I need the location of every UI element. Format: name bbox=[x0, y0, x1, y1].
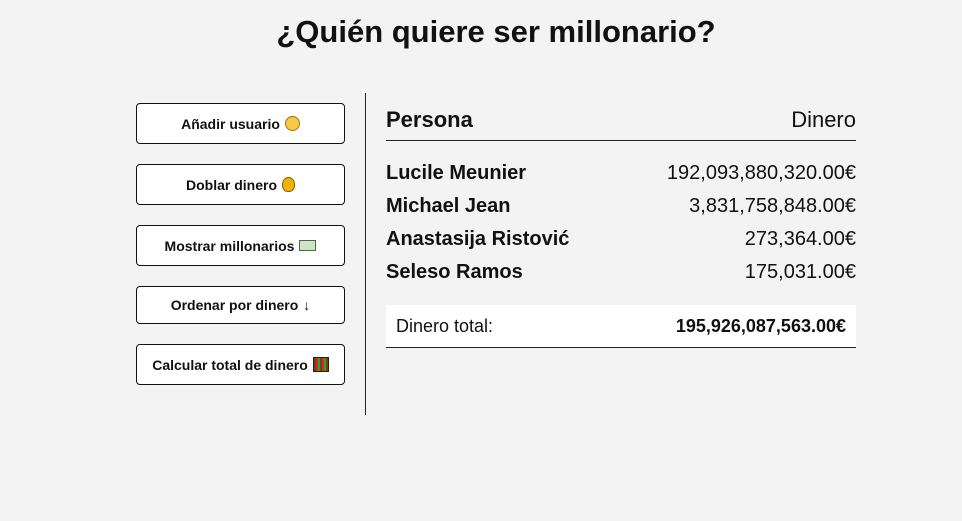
abacus-icon bbox=[312, 357, 329, 372]
banknote-icon bbox=[299, 240, 317, 251]
person-money: 273,364.00€ bbox=[744, 228, 856, 250]
header-person: Persona bbox=[386, 107, 473, 132]
money-table: Persona Dinero Lucile Meunier 192,093,88… bbox=[386, 100, 856, 348]
show-millionaires-button[interactable]: Mostrar millonarios bbox=[136, 225, 345, 266]
add-user-button[interactable]: Añadir usuario bbox=[136, 103, 345, 144]
table-header: Persona Dinero bbox=[386, 100, 856, 141]
money-bag-icon bbox=[282, 177, 295, 192]
table-row: Lucile Meunier 192,093,880,320.00€ bbox=[386, 157, 856, 190]
show-millionaires-label: Mostrar millonarios bbox=[164, 237, 295, 254]
header-money: Dinero bbox=[791, 107, 856, 132]
person-money: 175,031.00€ bbox=[744, 261, 856, 283]
total-label: Dinero total: bbox=[396, 315, 494, 336]
calculate-total-button[interactable]: Calcular total de dinero bbox=[136, 344, 345, 385]
double-money-label: Doblar dinero bbox=[185, 176, 277, 193]
person-name: Lucile Meunier bbox=[386, 162, 527, 184]
page-title: ¿Quién quiere ser millonario? bbox=[276, 14, 716, 49]
total-value: 195,926,087,563.00€ bbox=[675, 315, 846, 336]
vertical-divider bbox=[365, 93, 366, 415]
calculate-total-label: Calcular total de dinero bbox=[152, 356, 308, 373]
person-money: 3,831,758,848.00€ bbox=[689, 195, 856, 217]
person-money: 192,093,880,320.00€ bbox=[666, 162, 856, 184]
total-money-box: Dinero total: 195,926,087,563.00€ bbox=[386, 305, 856, 348]
table-row: Anastasija Ristović 273,364.00€ bbox=[386, 223, 856, 256]
sort-by-money-button[interactable]: Ordenar por dinero ↓ bbox=[136, 286, 345, 324]
person-name: Anastasija Ristović bbox=[386, 228, 570, 250]
add-user-label: Añadir usuario bbox=[181, 115, 280, 132]
double-money-button[interactable]: Doblar dinero bbox=[136, 164, 345, 205]
table-row: Seleso Ramos 175,031.00€ bbox=[386, 256, 856, 289]
face-emoji-icon bbox=[284, 116, 300, 131]
arrow-down-icon: ↓ bbox=[303, 297, 311, 313]
person-name: Michael Jean bbox=[386, 195, 511, 217]
person-name: Seleso Ramos bbox=[386, 261, 523, 283]
table-row: Michael Jean 3,831,758,848.00€ bbox=[386, 190, 856, 223]
sort-by-money-label: Ordenar por dinero bbox=[170, 297, 299, 313]
table-rows: Lucile Meunier 192,093,880,320.00€ Micha… bbox=[386, 157, 856, 289]
